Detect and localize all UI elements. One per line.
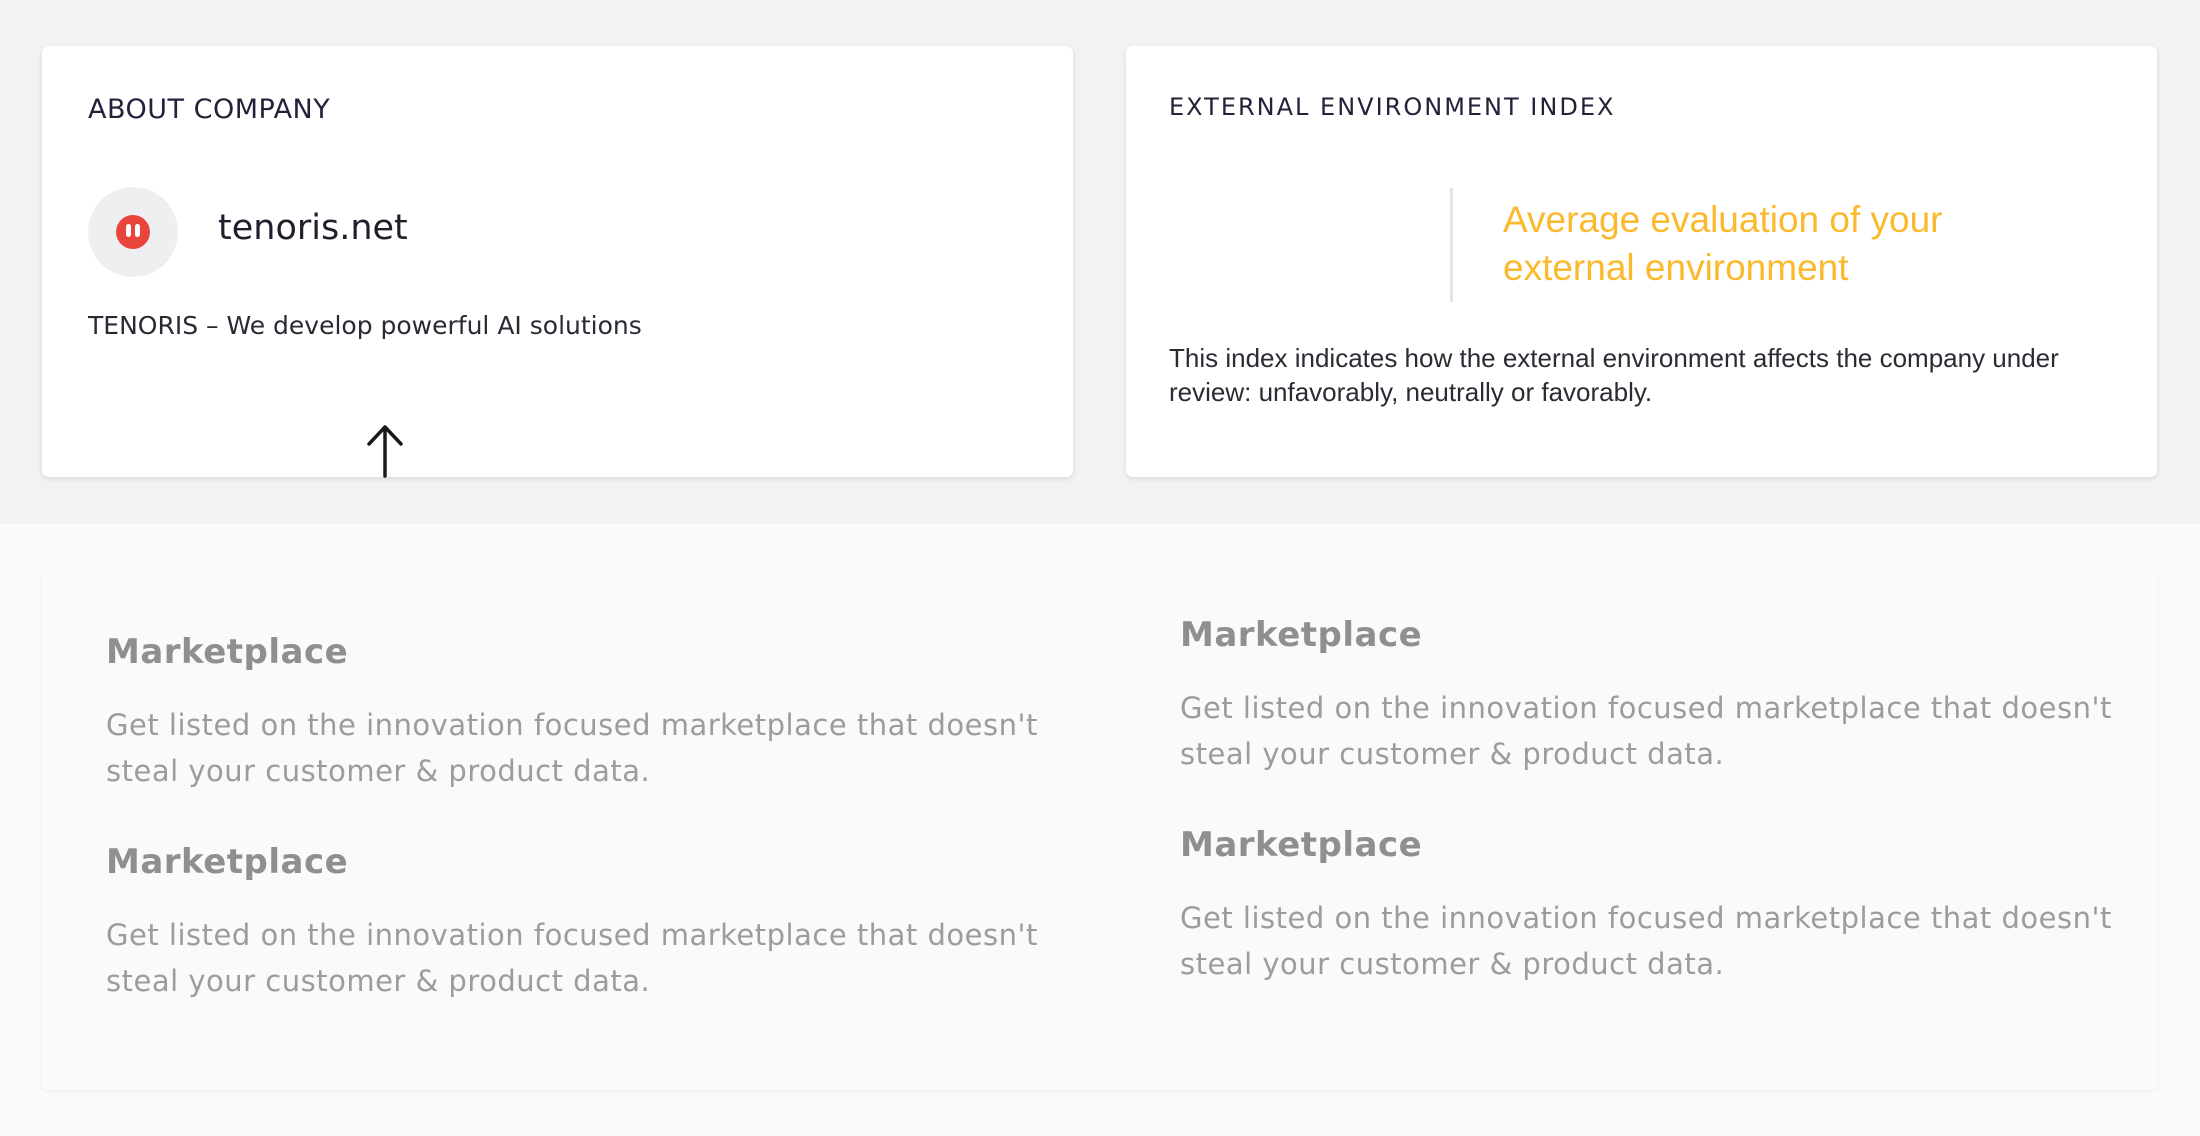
company-tagline: TENORIS – We develop powerful AI solutio… [88, 311, 642, 340]
feature-item: Marketplace Get listed on the innovation… [106, 842, 1066, 1004]
feature-title: Marketplace [106, 632, 349, 672]
environment-headline: Average evaluation of your external envi… [1503, 199, 1943, 288]
feature-item: Marketplace Get listed on the innovation… [1180, 825, 2140, 987]
features-panel: Marketplace Get listed on the innovation… [42, 571, 2157, 1090]
external-environment-title: EXTERNAL ENVIRONMENT INDEX [1169, 93, 1616, 121]
feature-description: Get listed on the innovation focused mar… [106, 708, 1038, 788]
feature-title: Marketplace [1180, 825, 1423, 865]
about-company-card: ABOUT COMPANY tenoris.net TENORIS – We d… [42, 46, 1073, 478]
arrow-up-cursor-icon [367, 425, 403, 478]
about-company-title: ABOUT COMPANY [88, 94, 331, 125]
environment-description: This index indicates how the external en… [1169, 343, 2059, 407]
company-name-link[interactable]: tenoris.net [218, 208, 408, 248]
index-gauge-placeholder [1169, 186, 1409, 296]
company-avatar [88, 187, 178, 277]
vertical-divider [1450, 188, 1453, 302]
feature-title: Marketplace [1180, 615, 1423, 655]
feature-description: Get listed on the innovation focused mar… [1180, 901, 2112, 981]
feature-description: Get listed on the innovation focused mar… [1180, 691, 2112, 771]
external-environment-card: EXTERNAL ENVIRONMENT INDEX Average evalu… [1126, 46, 2157, 477]
feature-item: Marketplace Get listed on the innovation… [106, 632, 1066, 794]
feature-title: Marketplace [106, 842, 349, 882]
feature-description: Get listed on the innovation focused mar… [106, 918, 1038, 998]
tenoris-logo-icon [116, 215, 150, 249]
feature-item: Marketplace Get listed on the innovation… [1180, 615, 2140, 777]
